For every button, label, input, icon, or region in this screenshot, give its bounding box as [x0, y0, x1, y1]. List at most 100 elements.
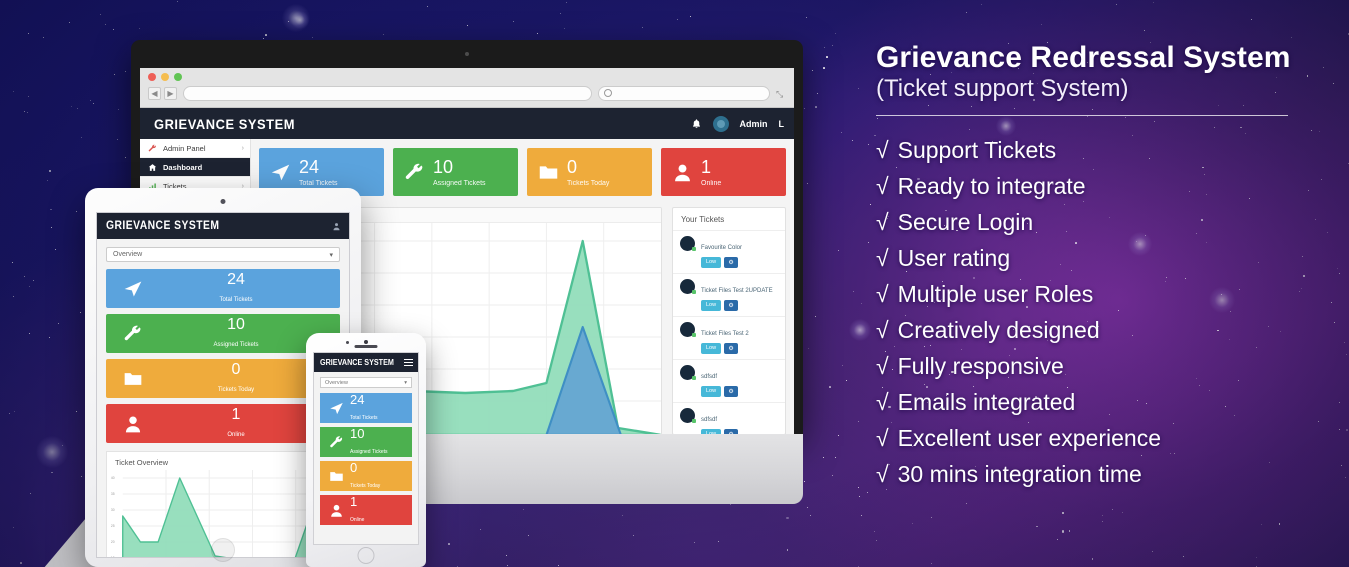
- feature-item: √ Fully responsive: [876, 348, 1336, 384]
- check-icon: √: [876, 352, 889, 379]
- stat-value: 24: [227, 270, 245, 288]
- bell-icon[interactable]: [691, 118, 702, 130]
- check-icon: √: [876, 172, 889, 199]
- phone-brand: GRIEVANCE SYSTEM: [320, 358, 394, 367]
- page-subtitle: (Ticket support System): [876, 75, 1129, 103]
- stat-label: Total Tickets: [219, 296, 253, 303]
- svg-text:35: 35: [111, 492, 115, 496]
- feature-label: Emails integrated: [897, 388, 1076, 415]
- phone-home-button[interactable]: [357, 547, 375, 564]
- ticket-list-item[interactable]: Favourite Color Low ⚙: [673, 230, 785, 273]
- ticket-list-item[interactable]: Ticket Files Test 2UPDATE Low ⚙: [673, 273, 785, 316]
- home-icon: [148, 163, 157, 172]
- phone-card-tickets-today[interactable]: 0 Tickets Today: [320, 461, 412, 491]
- priority-badge: Low: [701, 257, 722, 268]
- phone-card-total-tickets[interactable]: 24 Total Tickets: [320, 393, 412, 423]
- wrench-icon: [120, 324, 146, 344]
- tablet-brand: GRIEVANCE SYSTEM: [106, 220, 220, 232]
- gear-icon[interactable]: ⚙: [724, 343, 739, 354]
- feature-label: Support Tickets: [897, 136, 1057, 163]
- feature-label: 30 mins integration time: [897, 460, 1142, 487]
- phone-stat-cards: 24 Total Tickets 10 Assigned Tickets 0 T…: [320, 393, 412, 525]
- forward-icon[interactable]: ▶: [164, 87, 177, 100]
- tablet-card-tickets-today[interactable]: 0 Tickets Today: [106, 359, 340, 398]
- feature-item: √ 30 mins integration time: [876, 456, 1336, 492]
- ticket-list-item[interactable]: sdfsdfLow⚙: [673, 402, 785, 434]
- back-icon[interactable]: ◀: [148, 87, 161, 100]
- feature-item: √ Support Tickets: [876, 132, 1336, 168]
- ticket-avatar: [680, 322, 696, 337]
- maximize-icon[interactable]: [174, 73, 182, 81]
- promo-banner: ◀ ▶ ⤡ GRIEVANCE SYSTEM Admin L Admin Pan…: [0, 0, 1349, 567]
- user-label[interactable]: Admin: [740, 119, 768, 129]
- feature-label: User rating: [897, 244, 1011, 271]
- ticket-title: Ticket Files Test 2: [701, 331, 749, 337]
- stat-value: 0: [567, 156, 578, 177]
- sidebar-item-admin-panel[interactable]: Admin Panel ›: [140, 139, 250, 158]
- chevron-right-icon: ›: [241, 144, 244, 152]
- logout-link[interactable]: L: [779, 119, 785, 129]
- stat-value: 0: [231, 360, 241, 378]
- user-icon: [120, 414, 146, 434]
- gear-icon[interactable]: ⚙: [724, 300, 739, 311]
- browser-search-input[interactable]: [598, 86, 770, 101]
- ticket-list-item[interactable]: Ticket Files Test 2 Low ⚙: [673, 316, 785, 359]
- priority-badge: Low: [701, 343, 722, 354]
- svg-text:20: 20: [111, 540, 115, 544]
- app-brand: GRIEVANCE SYSTEM: [154, 115, 296, 132]
- sidebar-label: Admin Panel: [163, 143, 206, 153]
- feature-label: Ready to integrate: [897, 172, 1086, 199]
- check-icon: √: [876, 136, 889, 163]
- stat-card-tickets-today[interactable]: 0 Tickets Today: [527, 148, 652, 196]
- ticket-list-item[interactable]: sdfsdfLow⚙: [673, 359, 785, 402]
- stat-label: Total Tickets: [350, 414, 378, 421]
- svg-text:40: 40: [111, 476, 115, 480]
- tablet-camera-icon: [220, 199, 226, 204]
- stat-value: 1: [350, 493, 358, 509]
- expand-icon[interactable]: ⤡: [776, 89, 786, 99]
- tickets-panel-title: Your Tickets: [681, 215, 725, 224]
- phone-mockup: GRIEVANCE SYSTEM Overview ▾ 24 Total Tic…: [306, 333, 426, 567]
- stat-value: 24: [299, 156, 320, 177]
- avatar-glyph: [716, 119, 725, 128]
- stat-label: Online: [350, 516, 365, 523]
- stat-label: Tickets Today: [350, 482, 381, 489]
- sidebar-item-dashboard[interactable]: Dashboard: [140, 158, 250, 177]
- tablet-card-assigned-tickets[interactable]: 10 Assigned Tickets: [106, 314, 340, 353]
- stat-value: 24: [350, 391, 365, 407]
- folder-icon: [327, 469, 346, 484]
- hamburger-menu-icon[interactable]: [404, 358, 413, 367]
- stat-label: Online: [227, 431, 245, 438]
- tablet-card-online[interactable]: 1 Online: [106, 404, 340, 443]
- close-icon[interactable]: [148, 73, 156, 81]
- gear-icon[interactable]: ⚙: [724, 386, 739, 397]
- phone-overview-select[interactable]: Overview ▾: [320, 377, 412, 388]
- phone-card-assigned-tickets[interactable]: 10 Assigned Tickets: [320, 427, 412, 457]
- tablet-overview-select[interactable]: Overview ▾: [106, 247, 340, 262]
- svg-text:30: 30: [111, 508, 115, 512]
- tablet-home-button[interactable]: [211, 538, 235, 562]
- stat-card-online[interactable]: 1 Online: [661, 148, 786, 196]
- check-icon: √: [876, 280, 889, 307]
- svg-text:25: 25: [111, 524, 115, 528]
- paper-plane-icon: [120, 279, 146, 299]
- gear-icon[interactable]: ⚙: [724, 257, 739, 268]
- check-icon: √: [876, 208, 889, 235]
- check-icon: √: [876, 316, 889, 343]
- feature-label: Excellent user experience: [897, 424, 1161, 451]
- phone-speaker: [354, 345, 378, 348]
- stat-label: Tickets Today: [567, 179, 610, 187]
- window-controls[interactable]: [148, 73, 786, 81]
- avatar[interactable]: [712, 115, 729, 132]
- phone-card-online[interactable]: 1 Online: [320, 495, 412, 525]
- ticket-title: Favourite Color: [701, 245, 743, 251]
- tablet-card-total-tickets[interactable]: 24 Total Tickets: [106, 269, 340, 308]
- minimize-icon[interactable]: [161, 73, 169, 81]
- sidebar-label: Dashboard: [163, 162, 203, 172]
- paper-plane-icon: [327, 401, 346, 416]
- tablet-user-icon[interactable]: [332, 222, 341, 231]
- address-bar[interactable]: [183, 86, 592, 101]
- browser-nav[interactable]: ◀ ▶: [148, 87, 177, 100]
- feature-item: √ User rating: [876, 240, 1336, 276]
- stat-card-assigned-tickets[interactable]: 10 Assigned Tickets: [393, 148, 518, 196]
